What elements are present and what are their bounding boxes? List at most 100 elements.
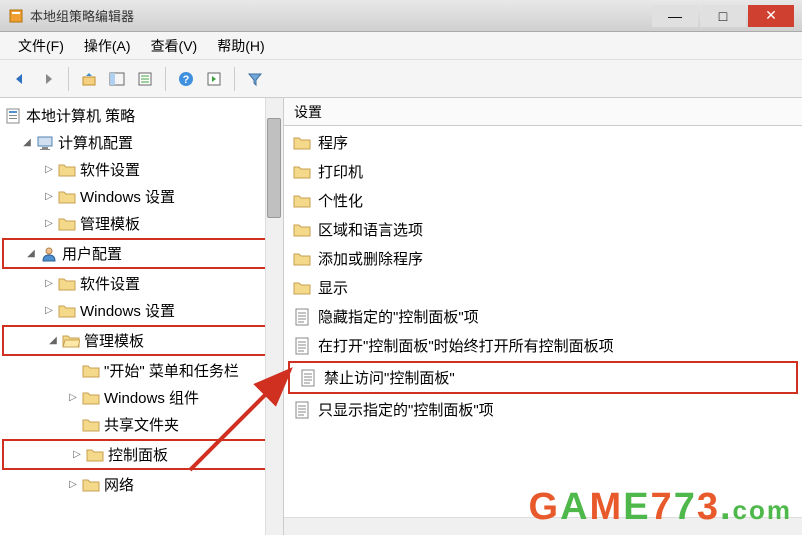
show-hide-tree-button[interactable] (105, 67, 129, 91)
list-item[interactable]: 个性化 (284, 186, 802, 215)
tree-root[interactable]: 本地计算机 策略 (0, 102, 283, 129)
list-item-label: 打印机 (318, 161, 363, 182)
list-item[interactable]: 打印机 (284, 157, 802, 186)
list-item[interactable]: 只显示指定的"控制面板"项 (284, 395, 802, 424)
expander-icon[interactable]: ▷ (66, 478, 80, 492)
folder-icon (292, 133, 312, 153)
policy-icon (292, 336, 312, 356)
tree-label: Windows 组件 (104, 387, 199, 408)
folder-icon (86, 446, 104, 464)
highlight-user-config: ◢ 用户配置 (2, 238, 281, 269)
tree-shared-folders[interactable]: 共享文件夹 (0, 411, 283, 438)
tree-label: 管理模板 (84, 330, 144, 351)
expander-icon[interactable]: ▷ (42, 190, 56, 204)
tree-admin-templates-2[interactable]: ◢ 管理模板 (4, 327, 279, 354)
folder-icon (292, 220, 312, 240)
folder-open-icon (62, 332, 80, 350)
menu-action[interactable]: 操作(A) (74, 32, 141, 60)
tree-computer-config[interactable]: ◢ 计算机配置 (0, 129, 283, 156)
tree-windows-components[interactable]: ▷ Windows 组件 (0, 384, 283, 411)
titlebar: 本地组策略编辑器 — □ ✕ (0, 0, 802, 32)
back-button[interactable] (8, 67, 32, 91)
tree-label: "开始" 菜单和任务栏 (104, 360, 239, 381)
toolbar: ? (0, 60, 802, 98)
policy-root-icon (4, 107, 22, 125)
expander-icon[interactable]: ▷ (42, 277, 56, 291)
list-item-label: 只显示指定的"控制面板"项 (318, 399, 494, 420)
expander-icon[interactable]: ▷ (70, 448, 84, 462)
expander-blank (66, 418, 80, 432)
toolbar-separator (165, 67, 166, 91)
tree-control-panel[interactable]: ▷ 控制面板 (4, 441, 279, 468)
tree-scrollbar[interactable] (265, 98, 283, 535)
list-item-label: 个性化 (318, 190, 363, 211)
list-item[interactable]: 添加或删除程序 (284, 244, 802, 273)
list-item[interactable]: 显示 (284, 273, 802, 302)
scrollbar-thumb[interactable] (267, 118, 281, 218)
help-button[interactable]: ? (174, 67, 198, 91)
forward-button[interactable] (36, 67, 60, 91)
tree-software-settings-2[interactable]: ▷ 软件设置 (0, 270, 283, 297)
tree-label: 软件设置 (80, 159, 140, 180)
list-item-label: 程序 (318, 132, 348, 153)
tree-label: 计算机配置 (58, 132, 133, 153)
app-icon (8, 8, 24, 24)
tree-label: Windows 设置 (80, 186, 175, 207)
list-item-label: 隐藏指定的"控制面板"项 (318, 306, 479, 327)
menubar: 文件(F) 操作(A) 查看(V) 帮助(H) (0, 32, 802, 60)
tree-start-menu[interactable]: "开始" 菜单和任务栏 (0, 357, 283, 384)
toolbar-separator (68, 67, 69, 91)
tree-network[interactable]: ▷ 网络 (0, 471, 283, 498)
list-item-label: 禁止访问"控制面板" (324, 367, 455, 388)
menu-view[interactable]: 查看(V) (141, 32, 208, 60)
folder-icon (82, 389, 100, 407)
properties-button[interactable] (133, 67, 157, 91)
list-item[interactable]: 在打开"控制面板"时始终打开所有控制面板项 (284, 331, 802, 360)
tree-label: 控制面板 (108, 444, 168, 465)
folder-icon (82, 476, 100, 494)
list-item[interactable]: 隐藏指定的"控制面板"项 (284, 302, 802, 331)
expander-icon[interactable]: ▷ (66, 391, 80, 405)
folder-icon (58, 188, 76, 206)
policy-icon (298, 368, 318, 388)
list-item[interactable]: 禁止访问"控制面板" (288, 361, 798, 394)
menu-help[interactable]: 帮助(H) (207, 32, 274, 60)
folder-icon (292, 162, 312, 182)
expander-icon[interactable]: ▷ (42, 217, 56, 231)
expander-icon[interactable]: ▷ (42, 304, 56, 318)
list-header-label: 设置 (294, 102, 322, 122)
filter-button[interactable] (243, 67, 267, 91)
expander-icon[interactable]: ▷ (42, 163, 56, 177)
folder-icon (58, 215, 76, 233)
tree-panel: 本地计算机 策略 ◢ 计算机配置 ▷ 软件设置 ▷ Windows 设置 ▷ 管… (0, 98, 284, 535)
list-panel: 设置 程序打印机个性化区域和语言选项添加或删除程序显示隐藏指定的"控制面板"项在… (284, 98, 802, 535)
maximize-button[interactable]: □ (700, 5, 746, 27)
highlight-control-panel: ▷ 控制面板 (2, 439, 281, 470)
list-header[interactable]: 设置 (284, 98, 802, 126)
policy-icon (292, 400, 312, 420)
folder-icon (82, 416, 100, 434)
folder-icon (292, 191, 312, 211)
expander-expanded-icon[interactable]: ◢ (24, 247, 38, 261)
expander-collapsed-icon[interactable]: ◢ (20, 136, 34, 150)
list-item[interactable]: 区域和语言选项 (284, 215, 802, 244)
tree-admin-templates[interactable]: ▷ 管理模板 (0, 210, 283, 237)
expander-expanded-icon[interactable]: ◢ (46, 334, 60, 348)
close-button[interactable]: ✕ (748, 5, 794, 27)
tree-user-config[interactable]: ◢ 用户配置 (4, 240, 279, 267)
options-button[interactable] (202, 67, 226, 91)
list-item[interactable]: 程序 (284, 128, 802, 157)
folder-icon (292, 278, 312, 298)
expander-blank (66, 364, 80, 378)
tree-windows-settings-2[interactable]: ▷ Windows 设置 (0, 297, 283, 324)
list-horizontal-scrollbar[interactable] (284, 517, 802, 535)
list-item-label: 区域和语言选项 (318, 219, 423, 240)
folder-icon (82, 362, 100, 380)
tree-label: 共享文件夹 (104, 414, 179, 435)
up-button[interactable] (77, 67, 101, 91)
tree-software-settings[interactable]: ▷ 软件设置 (0, 156, 283, 183)
menu-file[interactable]: 文件(F) (8, 32, 74, 60)
window-title: 本地组策略编辑器 (30, 6, 652, 25)
tree-windows-settings[interactable]: ▷ Windows 设置 (0, 183, 283, 210)
minimize-button[interactable]: — (652, 5, 698, 27)
